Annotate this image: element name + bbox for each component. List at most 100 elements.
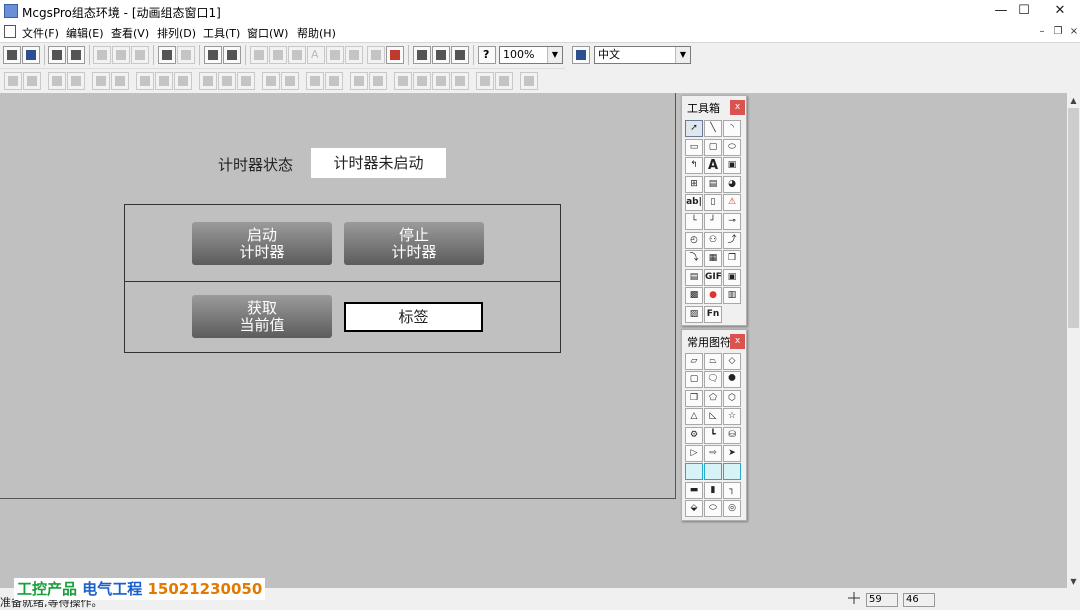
check-icon[interactable] (432, 46, 450, 64)
help-icon[interactable]: ? (478, 46, 496, 64)
callout-icon[interactable]: 🗨 (704, 371, 722, 389)
center-vertical-icon[interactable] (136, 72, 154, 90)
pointer-icon[interactable]: ➚ (685, 120, 703, 137)
line-style-icon[interactable] (326, 46, 344, 64)
print-icon[interactable] (48, 46, 66, 64)
move-backward-icon[interactable] (451, 72, 469, 90)
flip-vertical-icon[interactable] (281, 72, 299, 90)
corner-bracket-icon[interactable]: ┐ (723, 481, 741, 499)
frame-icon[interactable]: ▣ (723, 268, 741, 286)
font-icon[interactable]: A (307, 46, 325, 64)
horizontal-bar-icon[interactable]: ▬ (685, 481, 703, 499)
send-back-icon[interactable] (413, 72, 431, 90)
pentagon-arrow-icon[interactable]: ⬠ (704, 389, 722, 407)
trend-icon[interactable]: ⤴ (723, 231, 741, 249)
scrollbar-thumb[interactable] (1068, 108, 1079, 328)
rectangle-icon[interactable]: ▭ (685, 138, 703, 156)
align-top-edge-icon[interactable] (48, 72, 66, 90)
alarm-icon[interactable]: ⚠ (723, 194, 741, 212)
ungroup-icon[interactable] (369, 72, 387, 90)
history-trend-icon[interactable]: ⤵ (685, 250, 703, 268)
unlock-icon[interactable] (495, 72, 513, 90)
common-symbols-icon[interactable]: ⊞ (685, 175, 703, 193)
get-current-value-button[interactable]: 获取 当前值 (192, 295, 332, 338)
line-color-icon[interactable] (250, 46, 268, 64)
align-center-v-icon[interactable] (92, 72, 110, 90)
lock-icon[interactable] (476, 72, 494, 90)
rotate-left-icon[interactable] (306, 72, 324, 90)
properties-icon[interactable] (413, 46, 431, 64)
line-tool-icon[interactable]: └ (685, 213, 703, 230)
rotate-right-icon[interactable] (325, 72, 343, 90)
font-color-icon[interactable] (288, 46, 306, 64)
timer-status-display[interactable]: 计时器未启动 (311, 148, 446, 178)
ellipse-icon[interactable]: ⬭ (723, 138, 741, 156)
grid-icon[interactable] (367, 46, 385, 64)
gauge-icon[interactable]: ◴ (685, 231, 703, 249)
mdi-restore-button[interactable]: ❐ (1050, 25, 1066, 39)
list-icon[interactable] (451, 46, 469, 64)
move-forward-icon[interactable] (432, 72, 450, 90)
bitmap-icon[interactable]: ▣ (723, 157, 741, 175)
triangle-icon[interactable]: △ (685, 408, 703, 426)
library-icon[interactable]: ◕ (723, 175, 741, 193)
scroll-up-icon[interactable]: ▲ (1067, 94, 1080, 107)
rounded-rect-symbol-icon[interactable]: ▢ (685, 371, 703, 389)
align-left-edge-icon[interactable] (4, 72, 22, 90)
switch-tool-icon[interactable]: ⊸ (723, 213, 741, 230)
ring-icon[interactable]: ◎ (723, 500, 741, 518)
right-triangle-icon[interactable]: ◺ (704, 408, 722, 426)
paste-icon[interactable] (131, 46, 149, 64)
input-box-icon[interactable]: ab| (685, 194, 703, 212)
new-window-icon[interactable] (3, 46, 21, 64)
arrow-right-icon[interactable]: ⇨ (704, 445, 722, 462)
diamond-icon[interactable]: ◇ (723, 353, 741, 370)
stop-timer-button[interactable]: 停止 计时器 (344, 222, 484, 265)
storage-icon[interactable]: ❐ (723, 250, 741, 268)
arrow-pentagon-icon[interactable]: ▷ (685, 445, 703, 462)
line-width-icon[interactable] (345, 46, 363, 64)
align-right-edge-icon[interactable] (23, 72, 41, 90)
gear-icon[interactable]: ⚙ (685, 426, 703, 444)
tag-label[interactable]: 标签 (344, 302, 483, 332)
common-symbols-close-button[interactable]: x (730, 334, 745, 349)
align-center-h-icon[interactable] (111, 72, 129, 90)
slider-icon[interactable]: ▯ (704, 194, 722, 212)
menu-window[interactable]: 窗口(W) (247, 25, 288, 41)
same-size-icon[interactable] (237, 72, 255, 90)
line-icon[interactable]: ╲ (704, 120, 722, 137)
bring-front-icon[interactable] (394, 72, 412, 90)
custom-window-icon[interactable]: ▨ (685, 306, 703, 323)
language-icon[interactable] (572, 46, 590, 64)
align-bottom-edge-icon[interactable] (67, 72, 85, 90)
arrowhead-icon[interactable]: ➤ (723, 445, 741, 462)
toolbox-close-button[interactable]: x (730, 100, 745, 115)
zoom-select[interactable]: 100% ▼ (499, 46, 563, 64)
chart-icon[interactable] (386, 46, 404, 64)
redo-icon[interactable] (177, 46, 195, 64)
start-timer-button[interactable]: 启动 计时器 (192, 222, 332, 265)
vertical-bar-icon[interactable]: ▮ (704, 481, 722, 499)
polyline-icon[interactable]: ↰ (685, 157, 703, 175)
undo-icon[interactable] (158, 46, 176, 64)
menu-file[interactable]: 文件(F) (22, 25, 59, 41)
center-both-icon[interactable] (174, 72, 192, 90)
table-icon[interactable]: ▦ (704, 250, 722, 268)
close-button[interactable]: ✕ (1037, 0, 1080, 22)
alarm-browser-icon[interactable]: ▥ (723, 287, 741, 305)
cylinder-icon[interactable]: ⛁ (723, 426, 741, 444)
star-icon[interactable]: ☆ (723, 408, 741, 426)
language-select[interactable]: 中文 ▼ (594, 46, 691, 64)
menu-view[interactable]: 查看(V) (111, 25, 149, 41)
tag-shape-icon[interactable]: ⬙ (685, 500, 703, 518)
text-icon[interactable]: A (704, 157, 722, 175)
panel-cyan-1-icon[interactable] (685, 463, 703, 481)
panel-cyan-2-icon[interactable] (704, 463, 722, 481)
menu-edit[interactable]: 编辑(E) (66, 25, 104, 41)
function-icon[interactable]: Fn (704, 306, 722, 323)
menu-tools[interactable]: 工具(T) (203, 25, 240, 41)
same-width-icon[interactable] (199, 72, 217, 90)
mdi-minimize-button[interactable]: – (1034, 25, 1050, 39)
print-preview-icon[interactable] (67, 46, 85, 64)
mdi-close-button[interactable]: × (1066, 25, 1080, 39)
